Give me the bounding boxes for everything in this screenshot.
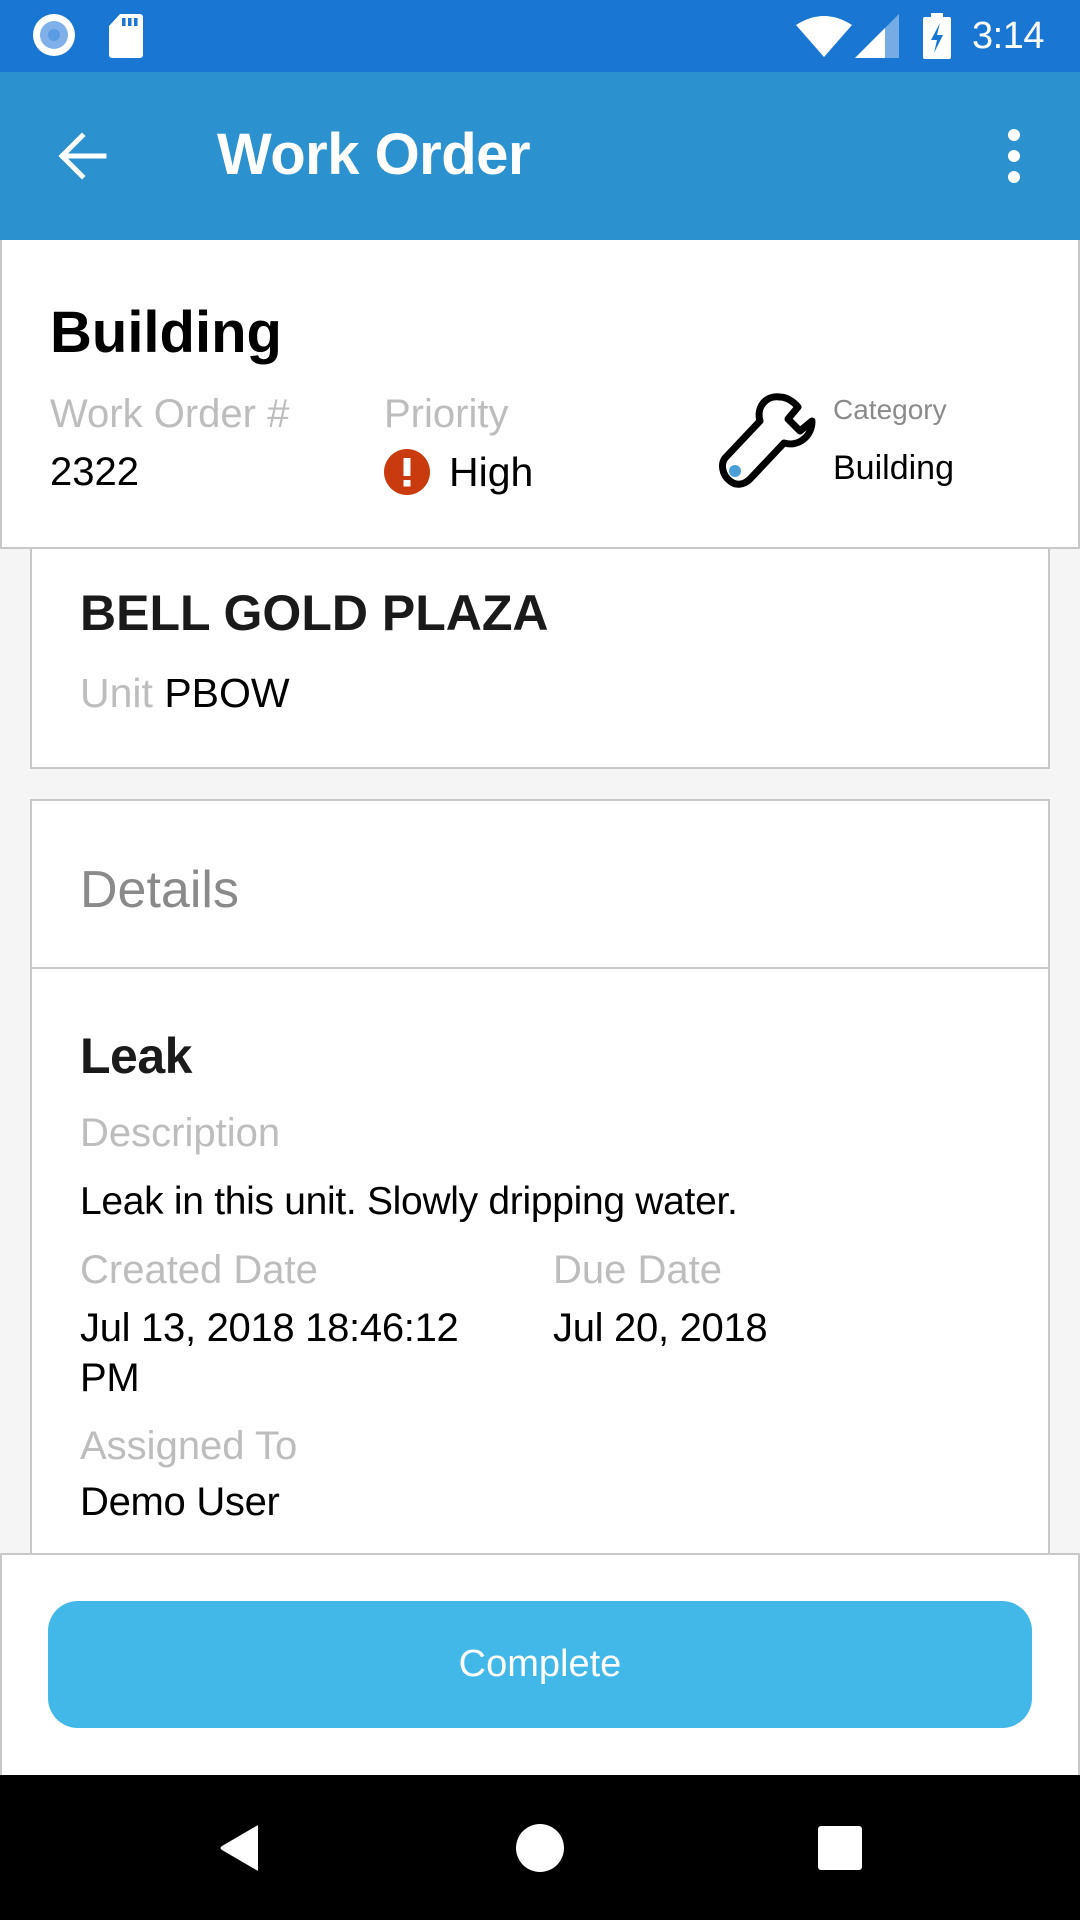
priority-label: Priority [384, 392, 509, 436]
work-order-number: 2322 [50, 450, 139, 494]
property-name: BELL GOLD PLAZA [80, 585, 549, 641]
complete-button[interactable]: Complete [48, 1601, 1032, 1728]
alert-circle-icon [384, 449, 430, 495]
work-order-header-card: Building Work Order # 2322 Priority High… [0, 240, 1080, 549]
work-order-number-label: Work Order # [50, 392, 290, 436]
nav-home-button[interactable] [490, 1816, 590, 1880]
unit-label: Unit [80, 670, 153, 716]
details-section-title: Details [80, 861, 239, 919]
wifi-icon [796, 16, 852, 57]
app-bar: Work Order [0, 72, 1080, 240]
description-label: Description [80, 1111, 281, 1155]
action-panel: Complete [0, 1553, 1080, 1775]
more-vert-icon [1008, 129, 1020, 141]
details-header: Details [32, 801, 1048, 969]
details-card: Details Leak Description Leak in this un… [30, 799, 1050, 1559]
description-value: Leak in this unit. Slowly dripping water… [80, 1180, 738, 1223]
battery-charging-icon [923, 13, 951, 59]
created-date-label: Created Date [80, 1248, 318, 1292]
due-date-label: Due Date [553, 1248, 722, 1292]
location-card: BELL GOLD PLAZA Unit PBOW [30, 540, 1050, 769]
issue-title: Leak [80, 1028, 192, 1084]
status-bar: 3:14 [0, 0, 1080, 72]
nav-back-button[interactable] [190, 1816, 290, 1880]
category-label: Category [833, 394, 947, 425]
priority-value: High [449, 449, 534, 495]
back-button[interactable] [34, 112, 130, 200]
sync-circle-icon [33, 14, 75, 56]
unit-value: PBOW [164, 670, 290, 716]
assigned-to-label: Assigned To [80, 1424, 298, 1468]
back-triangle-icon [220, 1825, 258, 1871]
assigned-to-value: Demo User [80, 1480, 280, 1524]
home-circle-icon [516, 1824, 564, 1872]
page-title: Work Order [217, 122, 531, 187]
unit-line: Unit PBOW [80, 668, 290, 718]
sd-card-icon [109, 14, 143, 58]
wrench-icon [719, 393, 816, 488]
due-date-value: Jul 20, 2018 [553, 1306, 768, 1350]
status-time: 3:14 [972, 15, 1044, 57]
more-options-button[interactable] [984, 116, 1044, 196]
recents-square-icon [818, 1826, 862, 1870]
category-value: Building [833, 449, 954, 487]
signal-icon [855, 14, 899, 58]
created-date-value: Jul 13, 2018 18:46:12 PM [80, 1306, 459, 1400]
arrow-left-icon [58, 132, 107, 180]
system-nav-bar [0, 1775, 1080, 1920]
work-order-title: Building [50, 300, 282, 365]
nav-recents-button[interactable] [790, 1816, 890, 1880]
